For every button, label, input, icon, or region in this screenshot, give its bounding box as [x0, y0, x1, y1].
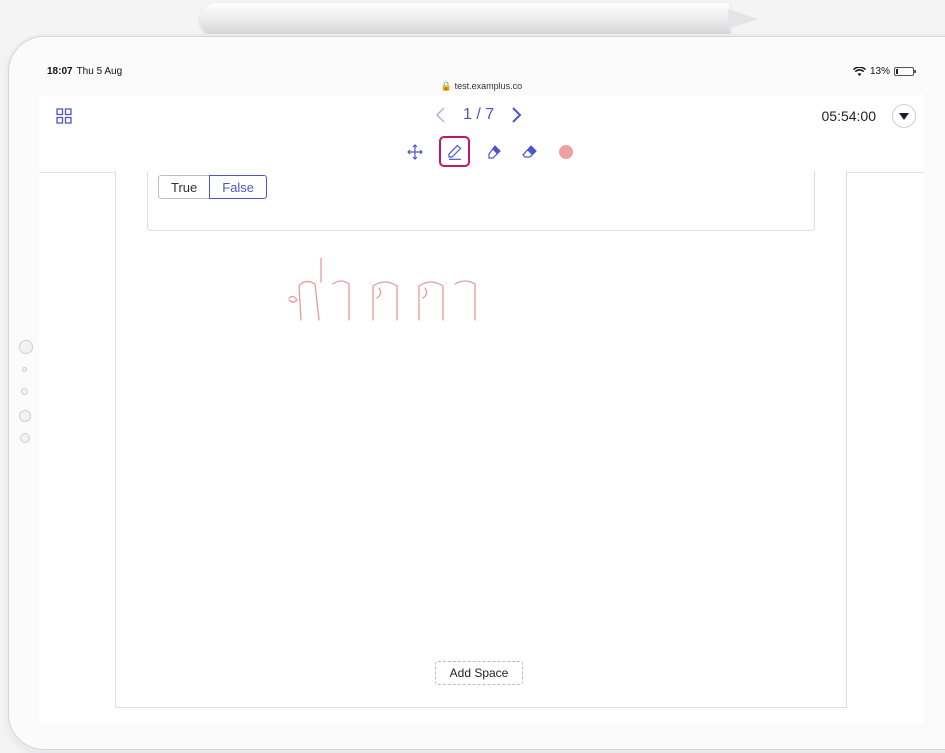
add-space-button[interactable]: Add Space: [435, 661, 523, 685]
side-button-4: [19, 410, 31, 422]
eraser-icon: [522, 144, 537, 158]
status-bar: 18:07 Thu 5 Aug 🔒 test.examplus.co 13%: [39, 62, 924, 95]
app-header: 1 / 7 05:54:00: [39, 96, 924, 173]
prev-page-icon[interactable]: [433, 105, 449, 125]
pen-color-swatch: [559, 144, 573, 159]
answer-page[interactable]: [115, 171, 847, 708]
status-time-date: 18:07 Thu 5 Aug: [47, 66, 122, 77]
side-button-2: [22, 367, 27, 372]
pen-icon: [447, 144, 461, 160]
annotation-toolbar: [403, 136, 578, 167]
url-text: test.examplus.co: [454, 81, 523, 91]
timer-dropdown-button[interactable]: [892, 104, 916, 128]
stage: 18:07 Thu 5 Aug 🔒 test.examplus.co 13% 1…: [0, 0, 945, 753]
url-bar[interactable]: 🔒 test.examplus.co: [39, 81, 924, 92]
side-button-5: [20, 433, 30, 443]
wifi-icon: [852, 66, 866, 76]
move-tool[interactable]: [403, 140, 427, 164]
pen-tool[interactable]: [439, 136, 470, 167]
exam-timer: 05:54:00: [821, 108, 877, 124]
highlighter-icon: [488, 144, 501, 159]
false-option-button[interactable]: False: [209, 175, 268, 199]
screen: 18:07 Thu 5 Aug 🔒 test.examplus.co 13% 1…: [39, 62, 924, 724]
grid-icon[interactable]: [56, 108, 72, 124]
status-right: 13%: [852, 66, 916, 77]
side-button-3: [21, 388, 28, 395]
page-navigator: 1 / 7: [433, 105, 524, 125]
true-false-selector: True False: [158, 175, 268, 199]
exam-content: True False Add Space: [39, 171, 924, 724]
handwriting-stroke: [288, 258, 476, 321]
status-date: Thu 5 Aug: [76, 66, 123, 77]
eraser-tool[interactable]: [518, 140, 542, 164]
true-option-button[interactable]: True: [158, 175, 210, 199]
side-button-1: [19, 340, 33, 354]
lock-icon: 🔒: [440, 81, 453, 91]
battery-percent: 13%: [869, 66, 890, 77]
highlighter-tool[interactable]: [482, 140, 506, 164]
apple-pencil: [200, 3, 730, 36]
color-picker[interactable]: [554, 140, 578, 164]
move-icon: [407, 143, 423, 160]
question-card: True False: [147, 171, 815, 231]
apple-pencil-tip: [728, 9, 758, 29]
page-indicator: 1 / 7: [463, 106, 495, 123]
status-time: 18:07: [47, 66, 73, 77]
next-page-icon[interactable]: [508, 105, 524, 125]
battery-icon: [894, 67, 916, 76]
